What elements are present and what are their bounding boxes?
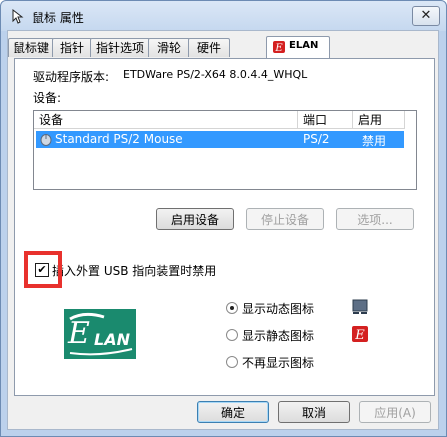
column-enabled[interactable]: 启用 [353,111,405,129]
radio-static-icon[interactable] [226,329,238,341]
column-port[interactable]: 端口 [298,111,353,129]
enable-device-button[interactable]: 启用设备 [156,208,234,230]
device-name: Standard PS/2 Mouse [55,132,183,146]
svg-text:E: E [354,328,365,342]
device-list[interactable]: 设备 端口 启用 Standard PS/2 Mouse PS/2 禁用 [33,110,417,190]
radio-no-icon[interactable] [226,356,238,368]
elan-logo: E LAN [64,309,136,359]
tab-pointer-options[interactable]: 指针选项 [90,38,150,57]
options-button[interactable]: 选项... [336,208,414,230]
touchpad-dynamic-icon [352,299,368,314]
tab-pointers[interactable]: 指针 [52,38,92,57]
static-icon-label: 显示静态图标 [242,329,315,343]
tab-buttons[interactable]: 鼠标键 [8,38,54,57]
svg-text:E: E [67,316,90,351]
apply-button[interactable]: 应用(A) [359,401,431,423]
device-status: 禁用 [362,134,387,148]
stop-device-button[interactable]: 停止设备 [246,208,324,230]
elan-static-icon: E [352,326,368,342]
dynamic-icon-label: 显示动态图标 [242,302,315,316]
close-button[interactable]: ✕ [412,6,440,26]
device-port: PS/2 [303,132,330,146]
usb-disable-label: 插入外置 USB 指向装置时禁用 [52,264,217,278]
mouse-device-icon [40,134,52,146]
devices-label: 设备: [33,91,62,105]
ok-button[interactable]: 确定 [197,401,269,423]
device-row[interactable]: Standard PS/2 Mouse PS/2 禁用 [36,131,404,148]
no-icon-label: 不再显示图标 [242,356,315,370]
elan-tab-icon: E [273,41,285,53]
tab-hardware[interactable]: 硬件 [188,38,230,57]
driver-version-label: 驱动程序版本: [33,70,110,84]
tab-wheel[interactable]: 滑轮 [148,38,190,57]
driver-version-value: ETDWare PS/2-X64 8.0.4.4_WHQL [123,68,308,81]
radio-dynamic-icon[interactable] [226,302,238,314]
annotation-highlight-box [24,251,62,288]
tab-elan-label: ELAN [289,40,319,51]
window-title: 鼠标 属性 [32,11,84,25]
tab-elan[interactable]: E ELAN [266,36,330,58]
svg-text:E: E [274,43,283,53]
column-device[interactable]: 设备 [34,111,298,129]
mouse-icon [12,8,24,24]
cancel-button[interactable]: 取消 [278,401,350,423]
elan-logo-text: LAN [94,330,131,349]
title-bar: 鼠标 属性 ✕ [1,1,446,31]
